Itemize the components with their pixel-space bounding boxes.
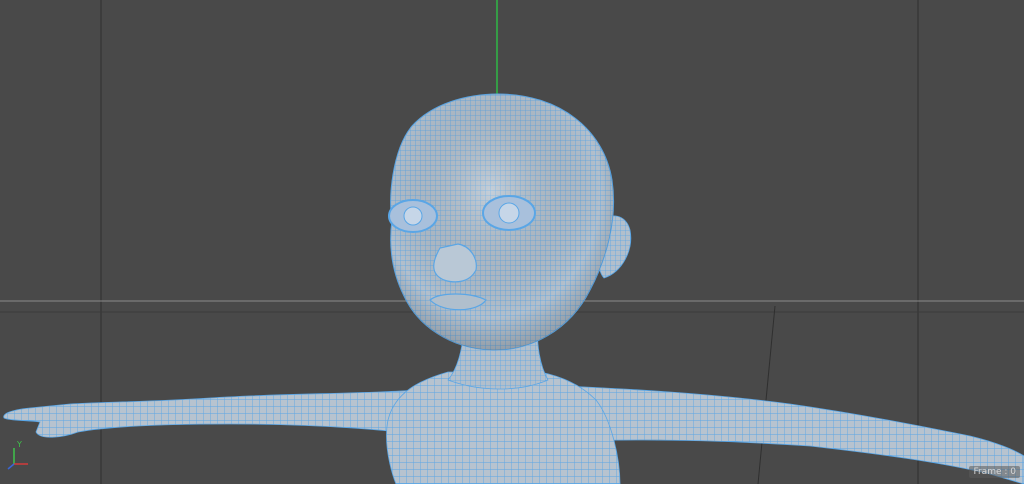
frame-value: 0	[1010, 467, 1016, 477]
viewport-scene[interactable]	[0, 0, 1024, 484]
frame-readout: Frame : 0	[969, 466, 1020, 478]
axis-gizmo-icon: Y	[7, 440, 28, 470]
character-mesh[interactable]	[3, 93, 1024, 484]
3d-viewport[interactable]: Y Frame : 0	[0, 0, 1024, 484]
gizmo-y-label: Y	[16, 440, 22, 449]
frame-label: Frame	[973, 467, 1002, 477]
nose-mesh	[433, 243, 477, 283]
